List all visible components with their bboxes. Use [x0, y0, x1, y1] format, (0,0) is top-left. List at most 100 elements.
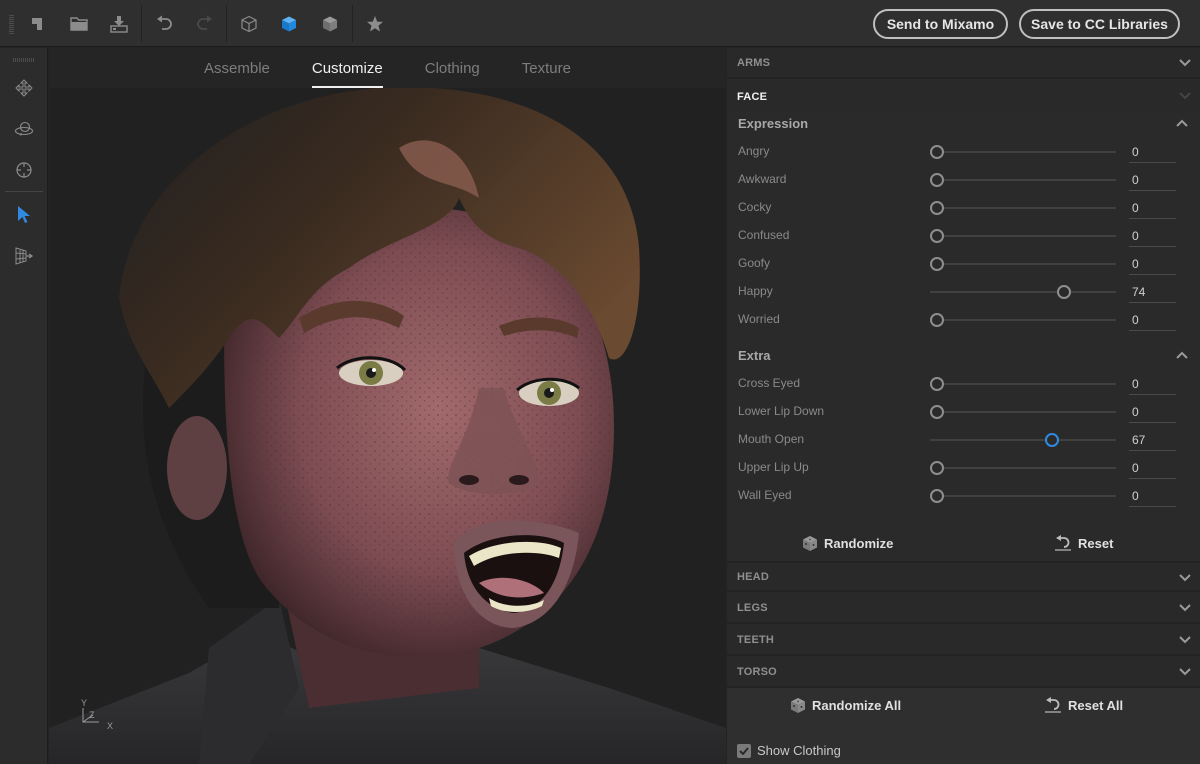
slider-track[interactable] — [930, 461, 1116, 475]
3d-viewport[interactable]: Assemble Customize Clothing Texture Y Z … — [49, 48, 726, 764]
dice-icon — [803, 536, 817, 551]
section-torso[interactable]: TORSO — [727, 657, 1200, 688]
redo-button[interactable] — [190, 8, 220, 40]
slider-value-input[interactable] — [1129, 225, 1176, 247]
tab-clothing[interactable]: Clothing — [425, 48, 480, 88]
section-head[interactable]: HEAD — [727, 561, 1200, 592]
reset-all-button[interactable]: Reset All — [1044, 697, 1123, 713]
slider-handle[interactable] — [930, 313, 944, 327]
tab-assemble[interactable]: Assemble — [204, 48, 270, 88]
slider-handle[interactable] — [930, 173, 944, 187]
tab-texture[interactable]: Texture — [522, 48, 571, 88]
slider-track[interactable] — [930, 405, 1116, 419]
open-button[interactable] — [64, 8, 94, 40]
slider-handle[interactable] — [930, 461, 944, 475]
select-tool[interactable] — [9, 199, 39, 229]
slider-row: Cocky — [727, 194, 1200, 222]
solid-view-button[interactable] — [315, 8, 345, 40]
slider-track[interactable] — [930, 377, 1116, 391]
slider-value-input[interactable] — [1129, 309, 1176, 331]
slider-label: Confused — [738, 228, 790, 242]
undo-icon — [157, 15, 172, 30]
select-arrow-icon — [18, 206, 30, 223]
slider-value-input[interactable] — [1129, 281, 1176, 303]
orbit-tool[interactable] — [9, 114, 39, 144]
section-label: TORSO — [737, 665, 777, 678]
shaded-cube-icon — [282, 16, 296, 32]
section-label: HEAD — [737, 570, 769, 583]
slider-handle[interactable] — [930, 257, 944, 271]
randomize-all-button[interactable]: Randomize All — [790, 697, 901, 714]
send-to-mixamo-button[interactable]: Send to Mixamo — [873, 9, 1008, 39]
slider-row: Happy — [727, 278, 1200, 306]
slider-value-input[interactable] — [1129, 169, 1176, 191]
slider-row: Upper Lip Up — [727, 454, 1200, 482]
slider-handle[interactable] — [930, 201, 944, 215]
slider-value-input[interactable] — [1129, 401, 1176, 423]
slider-handle[interactable] — [930, 405, 944, 419]
reset-button[interactable]: Reset — [1054, 535, 1113, 551]
import-button[interactable] — [104, 8, 134, 40]
slider-track[interactable] — [930, 285, 1116, 299]
section-label: TEETH — [737, 633, 775, 646]
toolbar-divider — [352, 5, 353, 42]
slider-value-input[interactable] — [1129, 485, 1176, 507]
import-icon — [110, 16, 128, 33]
slider-track[interactable] — [930, 229, 1116, 243]
tab-customize[interactable]: Customize — [311, 48, 383, 88]
slider-value-input[interactable] — [1129, 429, 1176, 451]
wireframe-view-button[interactable] — [234, 8, 264, 40]
slider-handle[interactable] — [1045, 433, 1060, 447]
perspective-tool[interactable] — [9, 241, 39, 271]
slider-handle[interactable] — [930, 377, 944, 391]
slider-value-input[interactable] — [1129, 457, 1176, 479]
slider-track[interactable] — [930, 173, 1116, 187]
slider-label: Upper Lip Up — [738, 460, 809, 474]
section-legs[interactable]: LEGS — [727, 593, 1200, 624]
extra-header[interactable]: Extra — [738, 348, 771, 363]
slider-value-input[interactable] — [1129, 141, 1176, 163]
section-face[interactable]: FACE — [727, 81, 1200, 112]
reset-icon — [1055, 535, 1071, 551]
favorite-button[interactable] — [360, 8, 390, 40]
randomize-label: Randomize — [824, 536, 894, 551]
slider-value-input[interactable] — [1129, 197, 1176, 219]
shaded-view-button[interactable] — [274, 8, 304, 40]
toolbar-grip[interactable] — [9, 15, 14, 34]
slider-label: Mouth Open — [738, 432, 805, 446]
pan-tool[interactable] — [9, 73, 39, 103]
slider-track[interactable] — [930, 257, 1116, 271]
toolbar-divider — [141, 5, 142, 42]
chevron-up-icon[interactable] — [1176, 350, 1188, 360]
redo-icon — [197, 15, 212, 30]
slider-track[interactable] — [930, 313, 1116, 327]
chevron-up-icon[interactable] — [1176, 118, 1188, 128]
checkbox-box[interactable] — [737, 743, 751, 758]
slider-handle[interactable] — [930, 145, 944, 159]
orbit-icon — [14, 121, 34, 136]
slider-track[interactable] — [930, 433, 1116, 447]
slider-track[interactable] — [930, 201, 1116, 215]
show-clothing-checkbox[interactable]: Show Clothing — [737, 743, 841, 758]
expression-header[interactable]: Expression — [738, 116, 808, 131]
section-teeth[interactable]: TEETH — [727, 625, 1200, 656]
slider-value-input[interactable] — [1129, 253, 1176, 275]
new-document-icon — [32, 18, 42, 30]
target-tool[interactable] — [9, 155, 39, 185]
slider-handle[interactable] — [930, 229, 944, 243]
section-arms[interactable]: ARMS — [727, 48, 1200, 79]
new-document-button[interactable] — [23, 8, 53, 40]
slider-handle[interactable] — [930, 489, 944, 503]
undo-button[interactable] — [149, 8, 179, 40]
slider-value-input[interactable] — [1129, 373, 1176, 395]
slider-label: Awkward — [738, 172, 787, 186]
save-to-cc-libraries-button[interactable]: Save to CC Libraries — [1019, 9, 1180, 39]
mode-tabs: Assemble Customize Clothing Texture — [49, 48, 726, 88]
rail-grip[interactable] — [13, 58, 35, 62]
slider-track[interactable] — [930, 145, 1116, 159]
slider-handle[interactable] — [1057, 285, 1072, 299]
character-model[interactable] — [49, 88, 726, 764]
slider-label: Wall Eyed — [738, 488, 792, 502]
randomize-button[interactable]: Randomize — [802, 535, 893, 552]
slider-track[interactable] — [930, 489, 1116, 503]
